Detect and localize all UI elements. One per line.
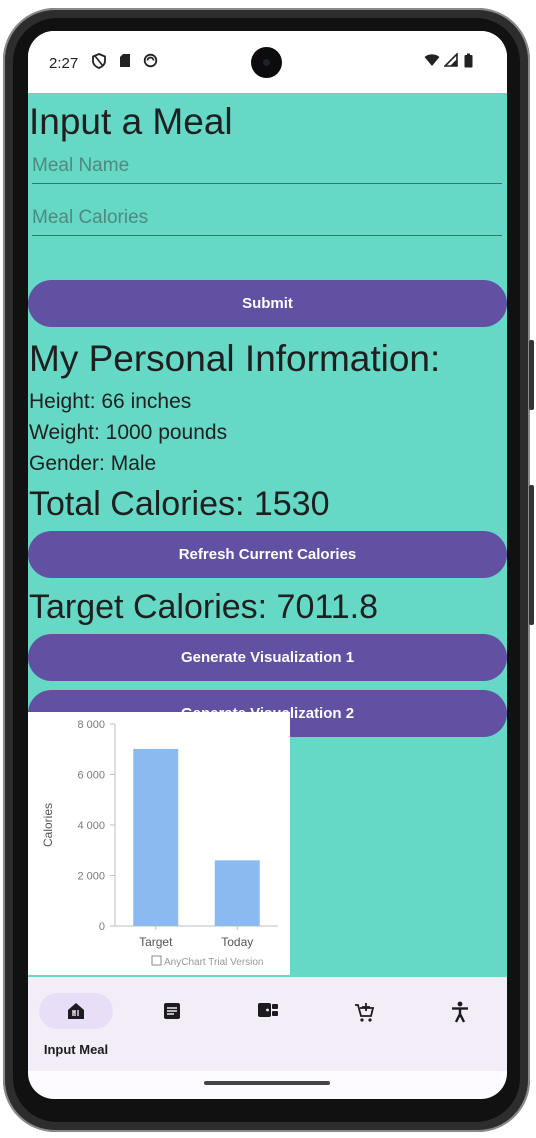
- y-tick-label: 6 000: [77, 770, 105, 782]
- nav-item-label: Input Meal: [43, 1042, 109, 1057]
- bottom-navigation: Input Meal: [28, 977, 507, 1071]
- sd-card-icon: [119, 53, 131, 71]
- height-text: Height: 66 inches: [29, 390, 192, 413]
- calories-chart-svg: 0 2 000 4 000 6 000 8 000 Calories Target Today…: [41, 719, 278, 968]
- chart-credit: AnyChart Trial Version: [164, 957, 264, 968]
- nav-item-input-meal[interactable]: Input Meal: [28, 977, 118, 1071]
- nav-item-accessibility[interactable]: [412, 977, 502, 1071]
- meal-calories-field[interactable]: [32, 195, 502, 236]
- refresh-calories-button[interactable]: Refresh Current Calories: [28, 531, 507, 578]
- x-tick-label: Today: [221, 935, 253, 949]
- y-tick-label: 2 000: [77, 871, 105, 883]
- meal-calories-input[interactable]: [32, 207, 502, 229]
- article-icon: [124, 1001, 220, 1027]
- screen: 2:27 Input a Meal Submit My Person: [28, 31, 507, 1099]
- status-bar: 2:27: [28, 31, 507, 93]
- status-time: 2:27: [49, 55, 79, 72]
- submit-button[interactable]: Submit: [28, 280, 507, 327]
- app-content: Input a Meal Submit My Personal Informat…: [28, 93, 507, 977]
- front-camera: [251, 47, 282, 78]
- nav-item-wallet[interactable]: [220, 977, 310, 1071]
- meal-icon: [28, 1001, 124, 1027]
- personal-info-title: My Personal Information:: [29, 338, 441, 379]
- bar-today: [214, 860, 260, 926]
- gesture-bar: [204, 1081, 330, 1085]
- sync-icon: [143, 53, 158, 71]
- x-tick-label: Target: [139, 935, 173, 949]
- cart-add-icon: [316, 1001, 412, 1029]
- target-calories-text: Target Calories: 7011.8: [29, 588, 379, 626]
- y-tick-label: 4 000: [77, 820, 105, 832]
- meal-name-input[interactable]: [32, 155, 502, 177]
- total-calories-text: Total Calories: 1530: [29, 485, 330, 523]
- signal-icon: [443, 52, 458, 70]
- meal-name-field[interactable]: [32, 143, 502, 184]
- bar-target: [133, 748, 179, 926]
- weight-text: Weight: 1000 pounds: [29, 421, 228, 444]
- y-axis-title: Calories: [41, 803, 55, 847]
- y-tick-label: 0: [99, 921, 105, 933]
- volume-button: [529, 485, 534, 625]
- nav-item-article[interactable]: [124, 977, 214, 1071]
- wallet-icon: [220, 1001, 316, 1025]
- anychart-logo-icon: [151, 955, 162, 966]
- wifi-icon: [424, 53, 440, 70]
- nav-item-cart[interactable]: [316, 977, 406, 1071]
- meal-section-title: Input a Meal: [29, 101, 233, 142]
- battery-icon: [464, 53, 473, 71]
- vpn-shield-icon: [92, 53, 106, 72]
- generate-visualization-1-button[interactable]: Generate Visualization 1: [28, 634, 507, 681]
- y-tick-label: 8 000: [77, 719, 105, 731]
- gender-text: Gender: Male: [29, 452, 157, 475]
- accessibility-icon: [412, 1001, 507, 1029]
- power-button: [529, 340, 534, 410]
- calories-chart: 0 2 000 4 000 6 000 8 000 Calories Target Today…: [28, 712, 290, 975]
